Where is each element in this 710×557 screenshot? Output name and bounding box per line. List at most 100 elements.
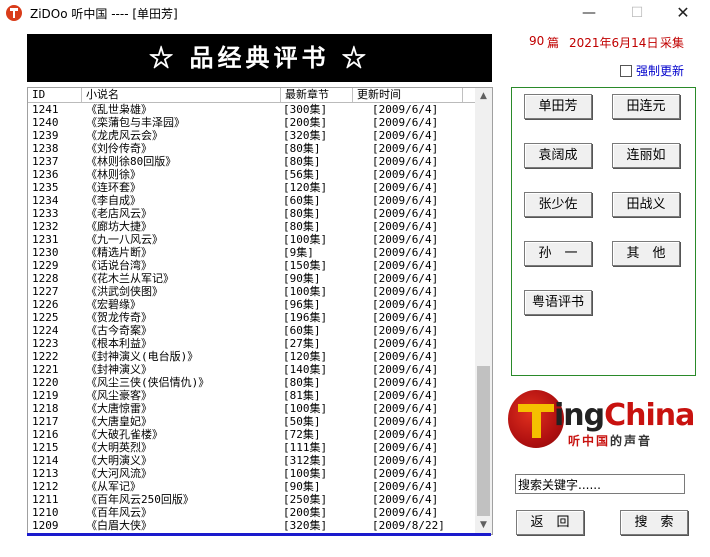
row-name: 《封神演义》	[86, 363, 152, 376]
table-row[interactable]: 1224 《古今奇案》 [60集] [2009/6/4]	[28, 324, 475, 337]
row-chapters: [150集]	[283, 259, 328, 272]
row-name: 《栾蒲包与丰泽园》	[86, 116, 185, 129]
table-row[interactable]: 1236 《林则徐》 [56集] [2009/6/4]	[28, 168, 475, 181]
logo-word-china: China	[604, 398, 695, 433]
row-id: 1233	[32, 207, 59, 220]
row-chapters: [80集]	[283, 376, 321, 389]
table-row[interactable]: 1231 《九一八风云》 [100集] [2009/6/4]	[28, 233, 475, 246]
table-row[interactable]: 1222 《封神演义(电台版)》 [120集] [2009/6/4]	[28, 350, 475, 363]
table-row[interactable]: 1220 《风尘三侠(侠侣情仇)》 [80集] [2009/6/4]	[28, 376, 475, 389]
narrator-button-other[interactable]: 其 他	[612, 241, 680, 266]
row-chapters: [100集]	[283, 285, 328, 298]
header-id[interactable]: ID	[28, 88, 82, 102]
table-row[interactable]: 1210 《百年风云》 [200集] [2009/6/4]	[28, 506, 475, 519]
row-name: 《风尘三侠(侠侣情仇)》	[86, 376, 210, 389]
table-row[interactable]: 1237 《林则徐80回版》 [80集] [2009/6/4]	[28, 155, 475, 168]
table-row[interactable]: 1216 《大破孔雀楼》 [72集] [2009/6/4]	[28, 428, 475, 441]
row-time: [2009/6/4]	[372, 116, 439, 129]
narrator-button-tian-zhanyi[interactable]: 田战义	[612, 192, 680, 217]
row-chapters: [120集]	[283, 350, 328, 363]
table-row[interactable]: 1228 《花木兰从军记》 [90集] [2009/6/4]	[28, 272, 475, 285]
table-row[interactable]: 1234 《李自成》 [60集] [2009/6/4]	[28, 194, 475, 207]
header-chapters[interactable]: 最新章节	[281, 88, 353, 102]
row-chapters: [80集]	[283, 155, 321, 168]
row-name: 《大破孔雀楼》	[86, 428, 163, 441]
row-time: [2009/6/4]	[372, 298, 439, 311]
search-button[interactable]: 搜 索	[620, 510, 688, 535]
table-row[interactable]: 1227 《洪武剑侠图》 [100集] [2009/6/4]	[28, 285, 475, 298]
row-chapters: [100集]	[283, 467, 328, 480]
narrator-button-tian-lianyuan[interactable]: 田连元	[612, 94, 680, 119]
scroll-down-icon[interactable]: ▼	[475, 517, 492, 534]
header-name[interactable]: 小说名	[82, 88, 281, 102]
narrator-button-yuan-kuocheng[interactable]: 袁阔成	[524, 143, 592, 168]
table-row[interactable]: 1232 《廊坊大捷》 [80集] [2009/6/4]	[28, 220, 475, 233]
table-row[interactable]: 1240 《栾蒲包与丰泽园》 [200集] [2009/6/4]	[28, 116, 475, 129]
logo-subtitle: 听中国的声音	[568, 432, 652, 449]
row-time: [2009/6/4]	[372, 337, 439, 350]
row-chapters: [80集]	[283, 142, 321, 155]
row-id: 1221	[32, 363, 59, 376]
row-name: 《刘伶传奇》	[86, 142, 152, 155]
table-row[interactable]: 1239 《龙虎风云会》 [320集] [2009/6/4]	[28, 129, 475, 142]
scroll-up-icon[interactable]: ▲	[475, 88, 492, 105]
table-row[interactable]: 1209 《白眉大侠》 [320集] [2009/8/22]	[28, 519, 475, 532]
table-row[interactable]: 1221 《封神演义》 [140集] [2009/6/4]	[28, 363, 475, 376]
table-row[interactable]: 1223 《根本利益》 [27集] [2009/6/4]	[28, 337, 475, 350]
row-name: 《大河风流》	[86, 467, 152, 480]
table-row[interactable]: 1226 《宏碧缘》 [96集] [2009/6/4]	[28, 298, 475, 311]
row-time: [2009/6/4]	[372, 363, 439, 376]
table-row[interactable]: 1241 《乱世枭雄》 [300集] [2009/6/4]	[28, 103, 475, 116]
table-row[interactable]: 1233 《老店风云》 [80集] [2009/6/4]	[28, 207, 475, 220]
row-name: 《古今奇案》	[86, 324, 152, 337]
banner-title: ☆ 品经典评书 ☆	[27, 34, 492, 82]
book-list[interactable]: ID 小说名 最新章节 更新时间 1241 《乱世枭雄》 [300集] [2009/6…	[27, 87, 493, 535]
force-refresh-label[interactable]: 强制更新	[636, 64, 684, 78]
close-button[interactable]: ✕	[660, 0, 706, 26]
force-refresh-option[interactable]: 强制更新	[620, 62, 684, 79]
row-name: 《花木兰从军记》	[86, 272, 174, 285]
row-time: [2009/6/4]	[372, 506, 439, 519]
narrator-button-sun-yi[interactable]: 孙 一	[524, 241, 592, 266]
header-time[interactable]: 更新时间	[353, 88, 463, 102]
force-refresh-checkbox[interactable]	[620, 64, 632, 77]
maximize-button[interactable]: ☐	[614, 0, 660, 26]
table-row[interactable]: 1219 《风尘豪客》 [81集] [2009/6/4]	[28, 389, 475, 402]
row-id: 1226	[32, 298, 59, 311]
row-time: [2009/6/4]	[372, 350, 439, 363]
narrator-button-cantonese[interactable]: 粤语评书	[524, 290, 592, 315]
narrator-button-zhang-shaozuo[interactable]: 张少佐	[524, 192, 592, 217]
row-time: [2009/8/22]	[372, 519, 445, 532]
table-row[interactable]: 1225 《贺龙传奇》 [196集] [2009/6/4]	[28, 311, 475, 324]
row-time: [2009/6/4]	[372, 194, 439, 207]
row-id: 1237	[32, 155, 59, 168]
row-id: 1241	[32, 103, 59, 116]
table-row[interactable]: 1213 《大河风流》 [100集] [2009/6/4]	[28, 467, 475, 480]
title-bar: ZiDOo 听中国 ---- [单田芳] — ☐ ✕	[0, 0, 710, 26]
row-name: 《根本利益》	[86, 337, 152, 350]
row-time: [2009/6/4]	[372, 480, 439, 493]
row-name: 《九一八风云》	[86, 233, 163, 246]
table-row[interactable]: 1211 《百年风云250回版》 [250集] [2009/6/4]	[28, 493, 475, 506]
row-time: [2009/6/4]	[372, 402, 439, 415]
narrator-button-lian-liru[interactable]: 连丽如	[612, 143, 680, 168]
minimize-button[interactable]: —	[566, 0, 612, 26]
table-row[interactable]: 1215 《大明英烈》 [111集] [2009/6/4]	[28, 441, 475, 454]
table-row[interactable]: 1229 《话说台湾》 [150集] [2009/6/4]	[28, 259, 475, 272]
scroll-thumb[interactable]	[477, 366, 490, 516]
vertical-scrollbar[interactable]: ▲ ▼	[475, 88, 492, 534]
back-button[interactable]: 返 回	[516, 510, 584, 535]
row-name: 《林则徐80回版》	[86, 155, 177, 168]
table-row[interactable]: 1217 《大唐皇妃》 [50集] [2009/6/4]	[28, 415, 475, 428]
table-row[interactable]: 1212 《从军记》 [90集] [2009/6/4]	[28, 480, 475, 493]
table-row[interactable]: 1230 《精选片断》 [9集] [2009/6/4]	[28, 246, 475, 259]
search-input[interactable]: 搜索关键字......	[515, 474, 685, 494]
table-row[interactable]: 1214 《大明演义》 [312集] [2009/6/4]	[28, 454, 475, 467]
table-row[interactable]: 1235 《连环套》 [120集] [2009/6/4]	[28, 181, 475, 194]
table-row[interactable]: 1218 《大唐惊雷》 [100集] [2009/6/4]	[28, 402, 475, 415]
table-row[interactable]: 1238 《刘伶传奇》 [80集] [2009/6/4]	[28, 142, 475, 155]
row-id: 1232	[32, 220, 59, 233]
row-time: [2009/6/4]	[372, 155, 439, 168]
narrator-button-shan-tianfang[interactable]: 单田芳	[524, 94, 592, 119]
row-id: 1222	[32, 350, 59, 363]
